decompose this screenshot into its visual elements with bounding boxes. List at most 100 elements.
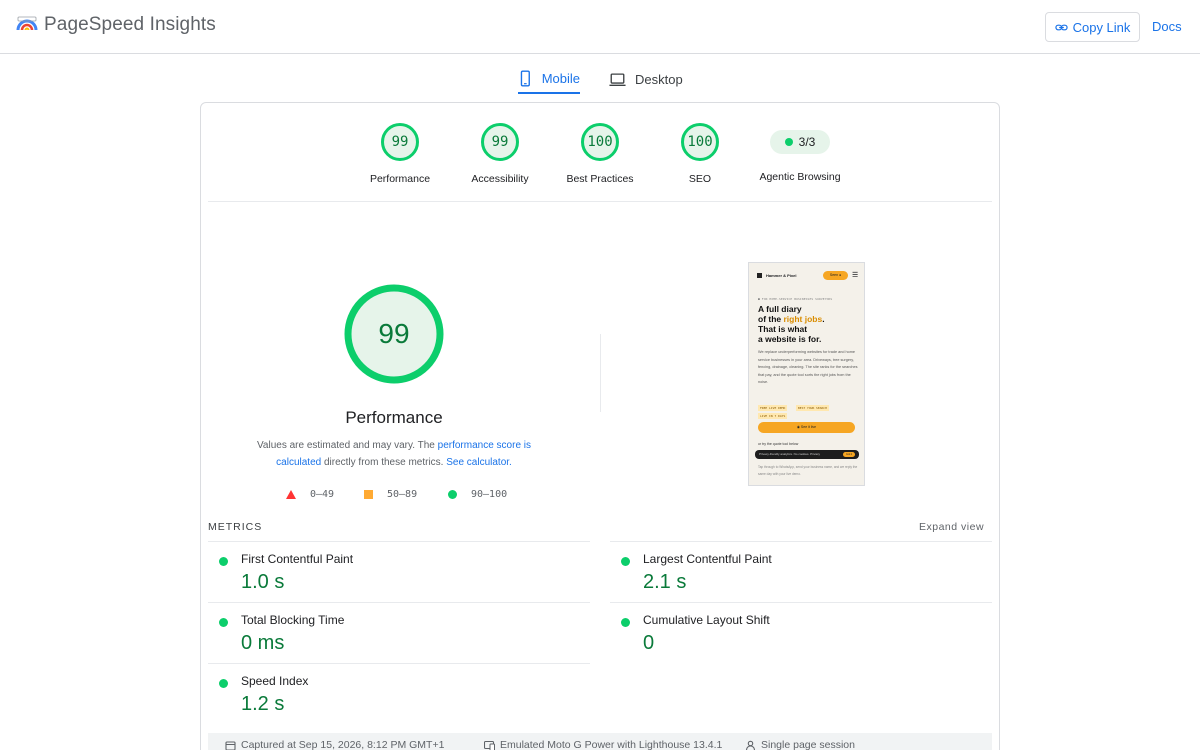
metric-name: Cumulative Layout Shift (643, 613, 770, 627)
score-value: 100 (687, 134, 713, 150)
score-best-practices[interactable]: 100 Best Practices (545, 122, 655, 185)
pass-dot-icon (784, 138, 793, 146)
divider (208, 602, 590, 603)
headline-part: . (822, 314, 825, 324)
pass-dot-icon (621, 618, 630, 627)
performance-big-score: 99 (378, 318, 410, 349)
headline-line: That is what (758, 324, 808, 334)
headline-part: of the (758, 314, 784, 324)
screenshot-body: We replace underperforming websites for … (758, 350, 858, 384)
score-label: Agentic Browsing (759, 171, 841, 183)
laptop-icon (609, 72, 626, 86)
pass-dot-icon (219, 679, 228, 688)
screenshot-tag: LIVE IN 7 DAYS (758, 413, 788, 419)
session-text: Single page session (761, 739, 855, 750)
square-icon (364, 490, 373, 499)
headline-line: A full diary (758, 304, 802, 314)
screenshot-headline: A full diary of the right jobs. That is … (758, 304, 858, 344)
score-value: 99 (391, 134, 409, 150)
metric-value: 1.0 s (241, 571, 285, 593)
pass-dot-icon (219, 557, 228, 566)
see-calculator-link[interactable]: See calculator. (446, 457, 512, 468)
copy-link-button[interactable]: Copy Link (1045, 12, 1140, 42)
legend-label: 50–89 (387, 489, 418, 500)
legend-fail: 0–49 (286, 489, 334, 500)
final-screenshot[interactable]: Hammer & Pixel Seen ● ☰ ■ FOR HOME-SERVI… (748, 262, 865, 486)
metric-value: 0 ms (241, 632, 285, 654)
screenshot-tag: BEST YOUR SEARCH (796, 405, 829, 411)
score-seo[interactable]: 100 SEO (645, 122, 755, 185)
triangle-icon (286, 490, 296, 499)
headline-accent: right jobs (783, 314, 823, 324)
captured-at: Captured at Sep 15, 2026, 8:12 PM GMT+1 (225, 739, 444, 750)
tab-desktop-label: Desktop (635, 71, 683, 87)
agentic-value: 3/3 (798, 135, 816, 149)
pagespeed-logo-icon (16, 16, 38, 31)
user-icon (745, 740, 756, 750)
metric-name: Total Blocking Time (241, 613, 345, 627)
score-accessibility[interactable]: 99 Accessibility (445, 122, 555, 185)
hamburger-menu-icon: ☰ (852, 272, 859, 279)
disclaimer-text: directly from these metrics. (321, 457, 447, 468)
performance-title: Performance (345, 408, 443, 427)
score-label: Best Practices (566, 173, 634, 185)
divider (208, 541, 590, 542)
metric-value: 1.2 s (241, 693, 285, 715)
docs-link[interactable]: Docs (1152, 19, 1182, 34)
tab-mobile[interactable]: Mobile (518, 64, 580, 94)
metric-name: Largest Contentful Paint (643, 552, 772, 566)
screenshot-tag: FREE LIVE DEMO (758, 405, 788, 411)
pass-dot-icon (621, 557, 630, 566)
screenshot-header: Hammer & Pixel Seen ● ☰ (757, 271, 859, 281)
score-value: 99 (491, 134, 509, 150)
legend-average: 50–89 (364, 489, 417, 500)
tab-desktop[interactable]: Desktop (609, 64, 683, 94)
screenshot-cookie-bar: Privacy-friendly analytics. No cookies. … (755, 450, 859, 459)
metrics-heading: METRICS (208, 521, 263, 533)
legend-pass: 90–100 (448, 489, 507, 500)
screenshot-link: or try the quote tool below (758, 442, 799, 446)
screenshot-cta: ◉ See it live (758, 422, 855, 433)
score-agentic-browsing[interactable]: 3/3 Agentic Browsing (745, 122, 855, 183)
metric-value: 2.1 s (643, 571, 687, 593)
metric-value: 0 (643, 632, 655, 654)
divider (610, 541, 992, 542)
runtime-settings-bar: Captured at Sep 15, 2026, 8:12 PM GMT+1 … (208, 733, 992, 750)
score-performance[interactable]: 99 Performance (345, 122, 455, 185)
screenshot-brand: Hammer & Pixel (766, 273, 797, 278)
brand-logo-icon (757, 273, 762, 278)
legend-label: 0–49 (310, 489, 335, 500)
headline-line: of the right jobs. (758, 314, 858, 324)
captured-text: Captured at Sep 15, 2026, 8:12 PM GMT+1 (241, 739, 445, 750)
legend-label: 90–100 (471, 489, 508, 500)
divider (600, 334, 601, 412)
agentic-badge: 3/3 (770, 130, 830, 154)
divider (610, 602, 992, 603)
headline-line: a website is for. (758, 334, 822, 344)
screenshot-pill: Seen ● (823, 271, 848, 280)
score-disclaimer: Values are estimated and may vary. The p… (244, 437, 544, 471)
copy-link-label: Copy Link (1072, 19, 1131, 35)
cookie-bar-text: Privacy-friendly analytics. No cookies. … (759, 452, 821, 456)
link-icon (1054, 24, 1068, 30)
circle-icon (448, 490, 457, 499)
metric-name: Speed Index (241, 674, 309, 688)
device-icon (484, 740, 495, 750)
app-title: PageSpeed Insights (44, 14, 216, 35)
score-label: Accessibility (471, 173, 529, 185)
expand-view-button[interactable]: Expand view (919, 521, 984, 533)
tab-mobile-label: Mobile (541, 70, 580, 86)
emulated-device: Emulated Moto G Power with Lighthouse 13… (484, 739, 722, 750)
divider (208, 663, 590, 664)
score-value: 100 (587, 134, 613, 150)
cookie-bar-button: Got it (843, 452, 855, 457)
pass-dot-icon (219, 618, 228, 627)
score-label: Performance (369, 173, 431, 185)
mobile-phone-icon (520, 69, 530, 87)
metric-name: First Contentful Paint (241, 552, 354, 566)
disclaimer-text: Values are estimated and may vary. The (256, 440, 438, 451)
calendar-icon (225, 740, 236, 750)
score-label: SEO (688, 173, 712, 185)
screenshot-eyebrow: ■ FOR HOME-SERVICE BUSINESSES SURVEYORS (758, 297, 833, 301)
screenshot-footer: Tap through to WhatsApp, send your busin… (758, 465, 858, 476)
